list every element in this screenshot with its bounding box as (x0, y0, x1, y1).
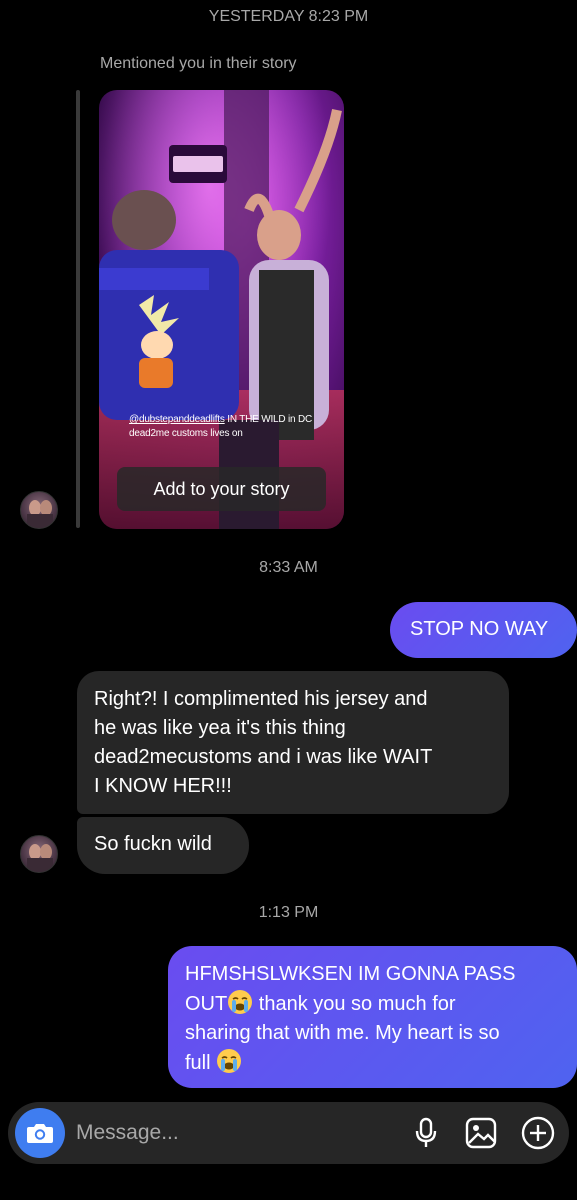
story-text-line2: dead2me customs lives on (129, 428, 243, 439)
story-preview[interactable]: @dubstepanddeadlifts IN THE WILD in DC d… (99, 90, 344, 529)
message-line: full (185, 1052, 211, 1074)
message-line: HFMSHSLWKSEN IM GONNA PASS (185, 963, 516, 985)
story-image (99, 90, 344, 529)
add-button[interactable] (520, 1115, 556, 1151)
message-line: I KNOW HER!!! (94, 775, 232, 797)
camera-icon (27, 1124, 53, 1143)
timestamp-morning: 8:33 AM (259, 559, 318, 576)
avatar[interactable] (20, 835, 58, 873)
message-bubble-outgoing[interactable]: HFMSHSLWKSEN IM GONNA PASS OUT thank you… (168, 946, 577, 1088)
message-composer (8, 1102, 569, 1164)
avatar[interactable] (20, 491, 58, 529)
loudly-crying-face-icon (228, 990, 253, 1014)
message-bubble-incoming[interactable]: Right?! I complimented his jersey and he… (77, 671, 509, 814)
message-line: thank you so much for (253, 993, 456, 1015)
story-text-line1: IN THE WILD in DC (224, 414, 313, 425)
microphone-button[interactable] (408, 1115, 444, 1151)
message-bubble-incoming[interactable]: So fuckn wild (77, 817, 249, 874)
story-reply-bar (76, 90, 80, 528)
timestamp-afternoon: 1:13 PM (258, 904, 319, 921)
camera-button[interactable] (15, 1108, 65, 1158)
avatar-image (27, 500, 53, 528)
gallery-button[interactable] (463, 1115, 499, 1151)
message-line: sharing that with me. My heart is so (185, 1022, 500, 1044)
message-text: STOP NO WAY (410, 618, 549, 640)
loudly-crying-face-icon (217, 1049, 242, 1073)
story-text-overlay: @dubstepanddeadlifts IN THE WILD in DC d… (129, 413, 312, 441)
add-to-story-button[interactable]: Add to your story (117, 467, 326, 511)
message-line: Right?! I complimented his jersey and (94, 688, 428, 710)
message-line: OUT (185, 993, 228, 1015)
message-text: So fuckn wild (94, 833, 212, 855)
message-input[interactable] (76, 1118, 396, 1148)
timestamp-yesterday: YESTERDAY 8:23 PM (208, 8, 369, 25)
microphone-icon (415, 1117, 437, 1147)
story-mention-caption: Mentioned you in their story (100, 55, 297, 72)
message-line: he was like yea it's this thing (94, 717, 346, 739)
message-bubble-outgoing[interactable]: STOP NO WAY (390, 602, 577, 658)
message-line: dead2mecustoms and i was like WAIT (94, 746, 433, 768)
story-mention-handle[interactable]: @dubstepanddeadlifts (129, 414, 225, 425)
gallery-icon (465, 1117, 497, 1149)
plus-circle-icon (521, 1116, 555, 1150)
avatar-image (27, 844, 53, 872)
